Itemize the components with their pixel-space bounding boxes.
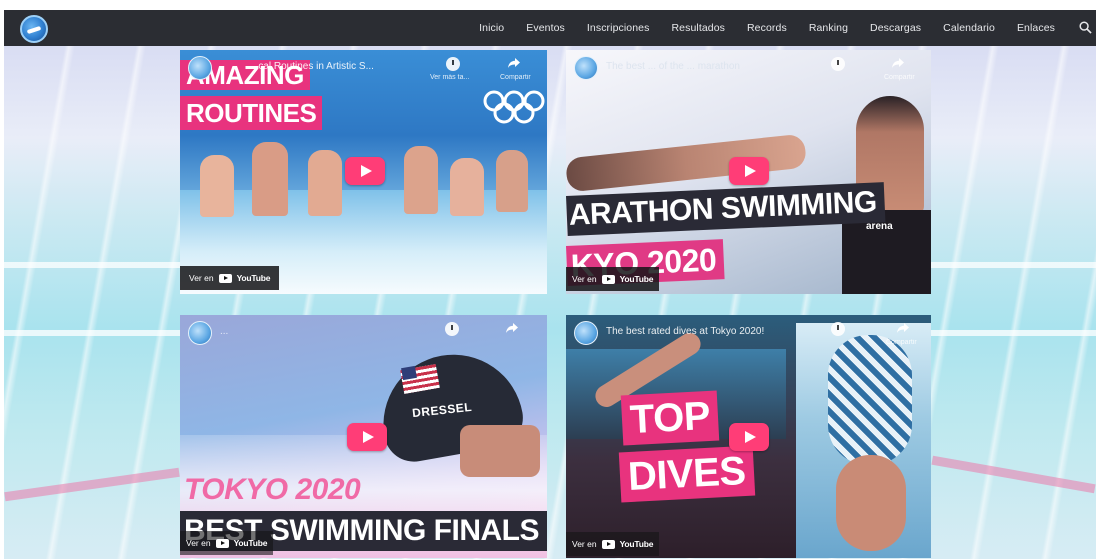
share-icon[interactable] — [896, 322, 910, 334]
youtube-wordmark: YouTube — [236, 273, 271, 283]
youtube-logo-icon — [601, 274, 615, 284]
search-icon[interactable] — [1079, 21, 1092, 34]
watch-later-icon[interactable] — [831, 57, 845, 71]
youtube-wordmark: YouTube — [233, 538, 268, 548]
share-label: Compartir — [886, 339, 917, 346]
video-embed-marathon-swimming[interactable]: arena ARATHON SWIMMING KYO 2020 The best… — [566, 50, 931, 294]
share-label: Compartir — [884, 74, 915, 81]
main-menu: Inicio Eventos Inscripciones Resultados … — [468, 10, 1066, 46]
nav-item-descargas[interactable]: Descargas — [859, 22, 932, 34]
swimmer-face — [460, 425, 540, 477]
headline-line-1: TOKYO 2020 — [184, 473, 361, 506]
watch-on-label: Ver en — [186, 538, 211, 548]
watch-on-label: Ver en — [572, 539, 597, 549]
swimmer-figure — [252, 142, 288, 216]
video-embed-artistic-routines[interactable]: AMAZING ROUTINES ...cal Routines in Arti… — [180, 50, 547, 294]
watch-on-label: Ver en — [572, 274, 597, 284]
share-label: Compartir — [500, 74, 531, 81]
share-icon[interactable] — [505, 322, 519, 334]
share-icon[interactable] — [507, 57, 521, 69]
video-title[interactable]: ... — [220, 326, 228, 337]
swimmer-figure — [450, 158, 484, 216]
nav-item-inscripciones[interactable]: Inscripciones — [576, 22, 661, 34]
video-title[interactable]: The best rated dives at Tokyo 2020! — [606, 326, 764, 337]
video-title[interactable]: ...cal Routines in Artistic S... — [250, 61, 374, 72]
play-button[interactable] — [729, 423, 769, 451]
watch-on-youtube-link[interactable]: Ver en YouTube — [566, 532, 660, 556]
olympic-rings-icon — [483, 90, 545, 124]
swimmer-figure — [200, 155, 234, 217]
play-button[interactable] — [347, 423, 387, 451]
channel-avatar[interactable] — [574, 56, 598, 80]
page: Inicio Eventos Inscripciones Resultados … — [0, 0, 1096, 559]
swimmer-figure — [308, 150, 342, 216]
nav-item-enlaces[interactable]: Enlaces — [1006, 22, 1066, 34]
headline-line-1: TOP — [620, 390, 720, 446]
top-navbar: Inicio Eventos Inscripciones Resultados … — [4, 10, 1096, 46]
federation-logo-icon[interactable] — [20, 15, 48, 43]
watch-later-label: Ver más ta... — [430, 74, 470, 81]
channel-avatar[interactable] — [574, 321, 598, 345]
watch-on-youtube-link[interactable]: Ver en YouTube — [180, 531, 274, 555]
pool-lane-line — [4, 330, 180, 336]
nav-item-calendario[interactable]: Calendario — [932, 22, 1006, 34]
nav-item-inicio[interactable]: Inicio — [468, 22, 515, 34]
pool-lane-line — [931, 262, 1096, 268]
youtube-logo-icon — [601, 539, 615, 549]
channel-avatar[interactable] — [188, 321, 212, 345]
nav-item-ranking[interactable]: Ranking — [798, 22, 859, 34]
watch-later-icon[interactable] — [445, 322, 459, 336]
pool-background — [4, 46, 1096, 559]
headline-line-2: ROUTINES — [180, 96, 323, 130]
diver-cap-pattern — [828, 335, 912, 465]
play-button[interactable] — [729, 157, 769, 185]
swimmer-figure — [404, 146, 438, 214]
channel-avatar[interactable] — [188, 56, 212, 80]
nav-item-resultados[interactable]: Resultados — [660, 22, 736, 34]
nav-item-eventos[interactable]: Eventos — [515, 22, 576, 34]
youtube-logo-icon — [215, 538, 229, 548]
headline-line-2: DIVES — [618, 445, 755, 503]
youtube-wordmark: YouTube — [619, 539, 654, 549]
video-title[interactable]: The best ... of the ... marathon — [606, 61, 740, 72]
watch-later-icon[interactable] — [831, 322, 845, 336]
youtube-logo-icon — [218, 273, 232, 283]
headline-line-1: ARATHON SWIMMING — [566, 182, 886, 236]
video-embed-top-dives[interactable]: TOP DIVES The best rated dives at Tokyo … — [566, 315, 931, 558]
video-embed-best-swimming-finals[interactable]: DRESSEL TOKYO 2020 BEST SWIMMING FINALS … — [180, 315, 547, 558]
youtube-wordmark: YouTube — [619, 274, 654, 284]
pool-lane-line — [4, 262, 180, 268]
play-button[interactable] — [345, 157, 385, 185]
pool-lane-line — [931, 330, 1096, 336]
watch-on-label: Ver en — [189, 273, 214, 283]
watch-later-icon[interactable] — [446, 57, 460, 71]
swimmer-arm — [566, 133, 808, 193]
watch-on-youtube-link[interactable]: Ver en YouTube — [566, 267, 660, 291]
flag-canton — [401, 365, 417, 381]
diver-face — [836, 455, 906, 551]
swimmer-figure — [496, 150, 528, 212]
watch-on-youtube-link[interactable]: Ver en YouTube — [180, 266, 280, 290]
nav-item-records[interactable]: Records — [736, 22, 798, 34]
share-icon[interactable] — [891, 57, 905, 69]
